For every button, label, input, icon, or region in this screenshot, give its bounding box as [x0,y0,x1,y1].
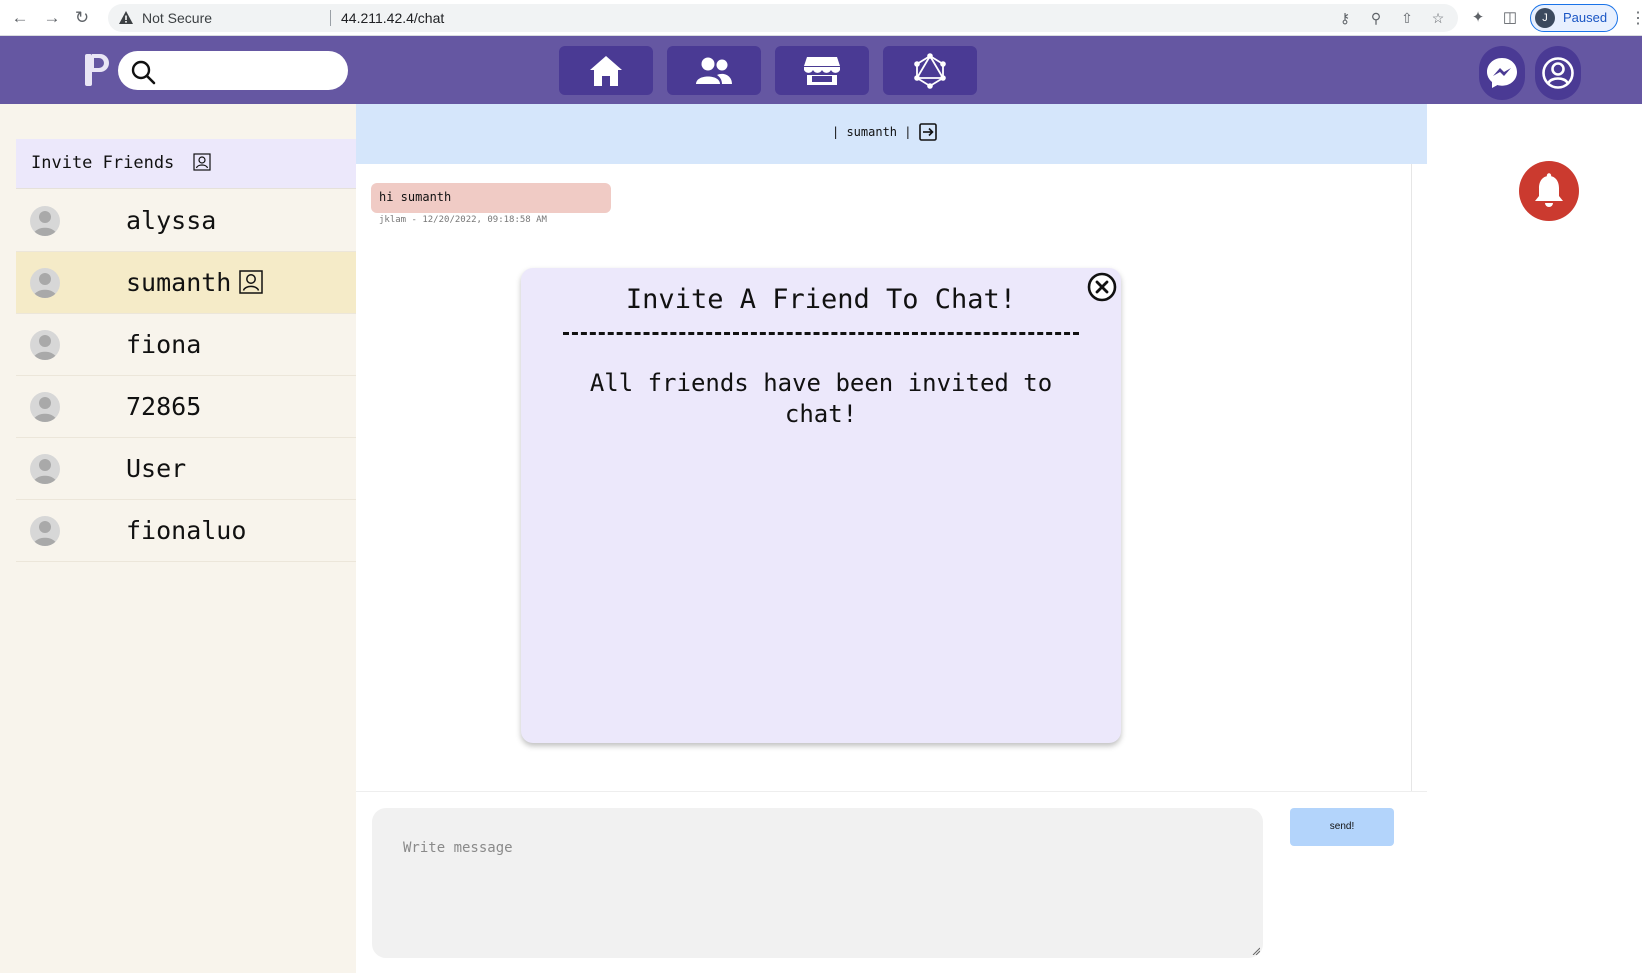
user-circle-icon [1542,57,1574,89]
invite-friends-header[interactable]: Invite Friends [16,139,356,189]
bell-icon [1535,173,1563,207]
store-icon [804,56,840,85]
divider [330,10,331,26]
search-icon [131,60,156,85]
message-input[interactable] [372,808,1263,958]
friend-name: sumanth [126,268,232,297]
url-text[interactable]: 44.211.42.4/chat [341,10,444,26]
add-person-icon[interactable] [239,270,264,294]
profile-status: Paused [1563,10,1608,25]
friend-name: fiona [126,330,202,359]
zoom-icon[interactable]: ⚲ [1367,9,1385,27]
friends-icon [696,57,732,84]
friend-item-fiona[interactable]: fiona [16,314,356,376]
avatar [30,454,60,484]
modal-title: Invite A Friend To Chat! [625,284,1017,315]
friend-item-user[interactable]: User [16,438,356,500]
network-icon [914,52,946,89]
back-icon[interactable]: ← [10,8,30,28]
friend-item-alyssa[interactable]: alyssa [16,190,356,252]
messenger-button[interactable] [1479,46,1525,100]
modal-message: All friends have been invited to chat! [589,369,1053,428]
forward-icon[interactable]: → [42,8,62,28]
friend-item-72865[interactable]: 72865 [16,376,356,438]
chat-header: | sumanth | [356,104,1427,164]
address-bar[interactable]: Not Secure 44.211.42.4/chat ⚷ ⚲ ⇧ ☆ [108,4,1458,32]
search-input[interactable] [118,51,348,90]
message-bubble: hi sumanth [371,183,611,213]
chat-participants: | sumanth | [832,125,912,139]
close-icon[interactable] [1086,271,1118,303]
messenger-icon [1487,58,1517,88]
share-icon[interactable]: ⇧ [1398,9,1416,27]
app-header [0,36,1642,104]
browser-toolbar: ← → ↻ Not Secure 44.211.42.4/chat ⚷ ⚲ ⇧ … [0,0,1642,36]
divider [563,332,1079,335]
nav-network-button[interactable] [883,46,977,95]
add-person-icon [192,153,211,171]
avatar [30,330,60,360]
message-meta: jklam - 12/20/2022, 09:18:58 AM [379,215,547,225]
nav-store-button[interactable] [775,46,869,95]
message-composer: Write message send! [356,791,1427,973]
friend-item-sumanth[interactable]: sumanth [16,252,356,314]
invite-friends-label: Invite Friends [31,153,175,173]
avatar [30,516,60,546]
warning-icon [119,11,133,24]
profile-button[interactable]: J Paused [1530,4,1618,32]
nav-home-button[interactable] [559,46,653,95]
friend-name-row: sumanth [126,268,264,297]
friend-name: User [126,454,187,483]
nav-friends-button[interactable] [667,46,761,95]
message-placeholder: Write message [403,840,513,856]
friend-name: fionaluo [126,516,247,545]
notifications-button[interactable] [1519,161,1579,221]
profile-menu-button[interactable] [1535,46,1581,100]
friend-item-fionaluo[interactable]: fionaluo [16,500,356,562]
logo-icon[interactable] [84,52,110,88]
avatar [30,268,60,298]
leave-chat-icon[interactable] [919,123,937,141]
menu-icon[interactable]: ⋮ [1630,8,1642,28]
send-button[interactable]: send! [1290,808,1394,846]
sidepanel-icon[interactable]: ◫ [1500,8,1520,28]
key-icon[interactable]: ⚷ [1336,9,1354,27]
avatar [30,392,60,422]
invite-modal: Invite A Friend To Chat! All friends hav… [521,268,1121,743]
reload-icon[interactable]: ↻ [72,8,92,28]
friend-name: 72865 [126,392,202,421]
home-icon [590,55,622,86]
resize-handle-icon[interactable] [1252,947,1260,955]
extensions-icon[interactable]: ✦ [1468,8,1488,28]
security-label[interactable]: Not Secure [142,10,212,26]
friends-sidebar: Invite Friends alyssa sumanth fiona 7286… [0,104,356,973]
profile-avatar: J [1535,8,1555,28]
friend-name: alyssa [126,206,217,235]
star-icon[interactable]: ☆ [1429,9,1447,27]
avatar [30,206,60,236]
